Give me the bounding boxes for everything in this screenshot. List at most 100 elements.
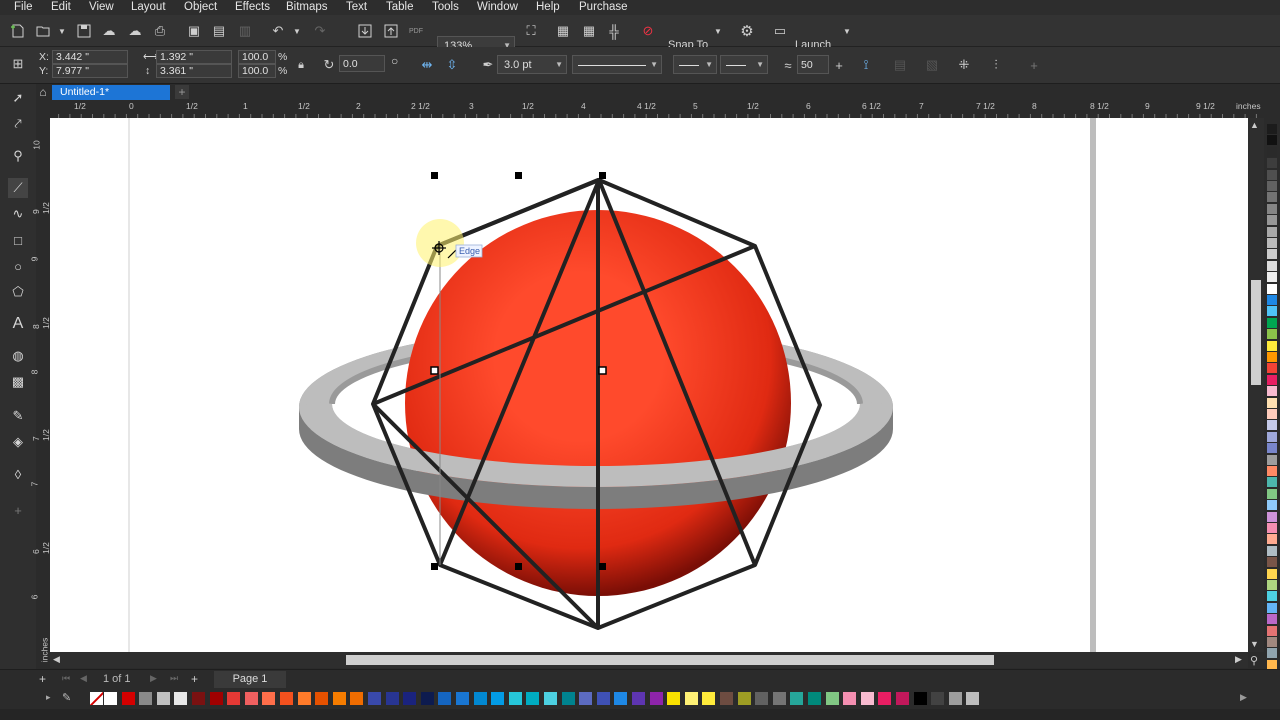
- color-swatch[interactable]: [966, 692, 980, 705]
- color-swatch[interactable]: [1267, 523, 1277, 533]
- color-swatch[interactable]: [1267, 397, 1277, 408]
- y-position-field[interactable]: 7.977 ": [52, 64, 128, 78]
- color-swatch[interactable]: [1267, 215, 1277, 226]
- color-swatch[interactable]: [1267, 249, 1277, 260]
- color-swatch[interactable]: [684, 692, 698, 705]
- color-swatch[interactable]: [1267, 192, 1277, 203]
- color-swatch[interactable]: [1267, 272, 1277, 283]
- align-icon[interactable]: ⫶: [986, 55, 1006, 75]
- eyedropper-small-icon[interactable]: ✎: [62, 691, 71, 704]
- line-style-select[interactable]: ▼: [572, 55, 662, 74]
- color-swatch[interactable]: [1267, 409, 1277, 419]
- color-swatch[interactable]: [1267, 454, 1277, 465]
- drawing-canvas[interactable]: Edge: [50, 118, 1248, 652]
- color-swatch[interactable]: [843, 692, 857, 705]
- color-swatch[interactable]: [1267, 545, 1277, 556]
- fill-tool-icon[interactable]: ◈: [8, 432, 28, 452]
- color-swatch[interactable]: [1267, 625, 1277, 636]
- color-swatch[interactable]: [1267, 500, 1277, 511]
- scale-width-field[interactable]: 100.0: [238, 50, 276, 64]
- color-swatch[interactable]: [1267, 317, 1277, 328]
- horizontal-scrollbar[interactable]: ◀ ▶: [50, 652, 1248, 668]
- color-swatch[interactable]: [156, 692, 170, 705]
- color-swatch[interactable]: [1267, 203, 1277, 214]
- polyline-tool-icon[interactable]: ⟋: [8, 178, 28, 198]
- color-swatch[interactable]: [737, 692, 751, 705]
- color-swatch[interactable]: [1267, 306, 1277, 317]
- outline-width-select[interactable]: 3.0 pt ▼: [497, 55, 567, 74]
- rectangle-tool-icon[interactable]: □: [8, 230, 28, 250]
- color-swatch[interactable]: [420, 692, 434, 705]
- ellipse-tool-icon[interactable]: ○: [8, 256, 28, 276]
- color-swatch[interactable]: [262, 692, 276, 705]
- color-swatch[interactable]: [350, 692, 364, 705]
- color-swatch[interactable]: [948, 692, 962, 705]
- no-color-swatch[interactable]: [90, 692, 103, 705]
- previous-page-icon[interactable]: ◀: [80, 673, 87, 684]
- color-swatch[interactable]: [544, 692, 557, 705]
- color-swatch[interactable]: [297, 692, 311, 705]
- color-swatch[interactable]: [526, 692, 540, 705]
- color-swatch[interactable]: [368, 692, 381, 705]
- color-swatch[interactable]: [614, 692, 628, 705]
- artistic-media-icon[interactable]: ∿: [8, 204, 28, 224]
- vertical-ruler[interactable]: 10 9 1/2 9 8 1/2 8 7 1/2 7 6 1/2 6 inches: [29, 118, 51, 662]
- color-swatch[interactable]: [579, 692, 593, 705]
- color-swatch[interactable]: [192, 692, 205, 705]
- color-swatch[interactable]: [1267, 477, 1277, 488]
- save-icon[interactable]: [74, 21, 94, 41]
- add-icon[interactable]: +: [1024, 55, 1044, 75]
- mirror-vertical-icon[interactable]: ⇳: [442, 55, 462, 75]
- gear-icon[interactable]: ⚙: [737, 21, 757, 41]
- color-swatch[interactable]: [332, 692, 346, 705]
- zoom-tool-icon[interactable]: ⚲: [8, 146, 28, 166]
- color-swatch[interactable]: [913, 692, 927, 705]
- color-swatch[interactable]: [121, 692, 135, 705]
- color-swatch[interactable]: [1267, 591, 1277, 602]
- color-swatch[interactable]: [456, 692, 469, 705]
- color-swatch[interactable]: [596, 692, 610, 705]
- color-swatch[interactable]: [315, 692, 329, 705]
- color-swatch[interactable]: [1267, 295, 1277, 305]
- snap-dropdown-icon[interactable]: ▼: [708, 21, 728, 41]
- color-swatch[interactable]: [508, 692, 522, 705]
- width-field[interactable]: 1.392 ": [156, 50, 232, 64]
- color-swatch[interactable]: [1267, 614, 1277, 625]
- x-position-field[interactable]: 3.442 ": [52, 50, 128, 64]
- color-swatch[interactable]: [1267, 580, 1277, 590]
- color-swatch[interactable]: [1267, 283, 1277, 294]
- color-swatch[interactable]: [280, 692, 293, 705]
- shape-tool-icon[interactable]: ⤤: [8, 114, 28, 134]
- tab-page-1[interactable]: Page 1: [214, 671, 286, 688]
- interactive-tool-icon[interactable]: ◍: [8, 346, 28, 366]
- ruler-origin[interactable]: [36, 101, 50, 118]
- horizontal-scroll-thumb[interactable]: [346, 655, 994, 665]
- pick-tool-icon[interactable]: ➚: [8, 88, 28, 108]
- color-swatch[interactable]: [1267, 648, 1277, 659]
- color-swatch[interactable]: [1267, 363, 1277, 374]
- cut-icon[interactable]: ▣: [184, 21, 204, 41]
- first-page-icon[interactable]: ⏮: [62, 673, 70, 684]
- menu-tools[interactable]: Tools: [432, 0, 459, 15]
- color-swatch[interactable]: [561, 692, 575, 705]
- lock-ratio-icon[interactable]: 🔒︎: [291, 55, 311, 75]
- color-swatch[interactable]: [139, 692, 153, 705]
- show-guidelines-icon[interactable]: ╬: [604, 21, 624, 41]
- color-swatch[interactable]: [438, 692, 452, 705]
- close-curve-icon[interactable]: ⟟: [856, 55, 876, 75]
- color-swatch[interactable]: [1267, 124, 1277, 134]
- color-swatch[interactable]: [1267, 557, 1277, 568]
- vertical-scrollbar[interactable]: ▲ ▼: [1248, 118, 1264, 652]
- smart-fill-icon[interactable]: ◊: [8, 464, 28, 484]
- color-swatch[interactable]: [1267, 602, 1277, 613]
- color-swatch[interactable]: [1267, 158, 1277, 169]
- color-swatch[interactable]: [1267, 340, 1277, 351]
- print-icon[interactable]: ⎙: [150, 21, 170, 41]
- color-swatch[interactable]: [227, 692, 241, 705]
- menu-table[interactable]: Table: [386, 0, 414, 15]
- tab-untitled-1[interactable]: Untitled-1*: [52, 85, 170, 100]
- pdf-export-icon[interactable]: PDF: [406, 21, 426, 41]
- cloud-upload-icon[interactable]: ☁: [125, 21, 145, 41]
- color-swatch[interactable]: [1267, 352, 1277, 362]
- smoothing-field[interactable]: 50: [797, 55, 829, 74]
